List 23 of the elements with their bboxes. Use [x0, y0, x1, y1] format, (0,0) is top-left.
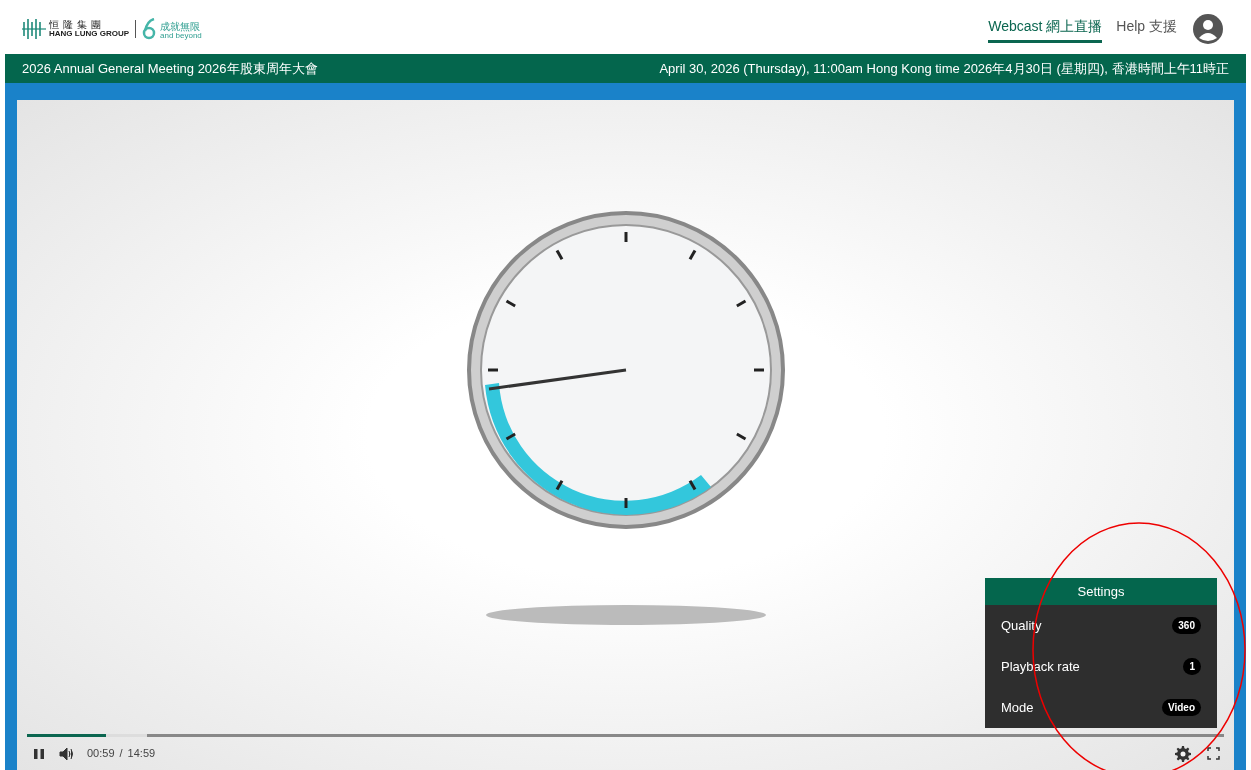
event-date: April 30, 2026 (Thursday), 11:00am Hong Kong time 2026年4月30日 (星期四), 香港時間上午11時正 [659, 59, 1229, 78]
nav-link[interactable]: Webcast 網上直播 [988, 15, 1103, 43]
settings-icon[interactable] [1175, 745, 1191, 762]
anniversary-chinese-text: 成就無限 [160, 22, 201, 32]
settings-title: Settings [985, 578, 1217, 605]
settings-value-badge: 1 [1183, 658, 1201, 675]
anniversary-english-text: and beyond [160, 32, 202, 40]
pause-icon[interactable] [33, 747, 45, 760]
settings-value-badge: Video [1161, 699, 1201, 716]
time-separator: / [119, 746, 123, 762]
logo-english-text: HANG LUNG GROUP [49, 30, 129, 38]
fullscreen-icon[interactable] [1207, 747, 1220, 760]
user-avatar-icon[interactable] [1193, 14, 1223, 44]
logo-icon [22, 18, 46, 40]
event-title: 2026 Annual General Meeting 2026年股東周年大會 [22, 59, 318, 78]
current-time: 00:59 [87, 746, 115, 762]
logo-chinese-text: 恒隆集團 [49, 20, 106, 30]
duration-time: 14:59 [127, 746, 156, 762]
nav-link[interactable]: Help 支援 [1116, 15, 1177, 43]
settings-item[interactable]: Mode Video [985, 687, 1217, 728]
progress-track[interactable] [27, 734, 1224, 737]
settings-value-badge: 360 [1172, 617, 1201, 634]
volume-icon[interactable] [59, 746, 75, 761]
